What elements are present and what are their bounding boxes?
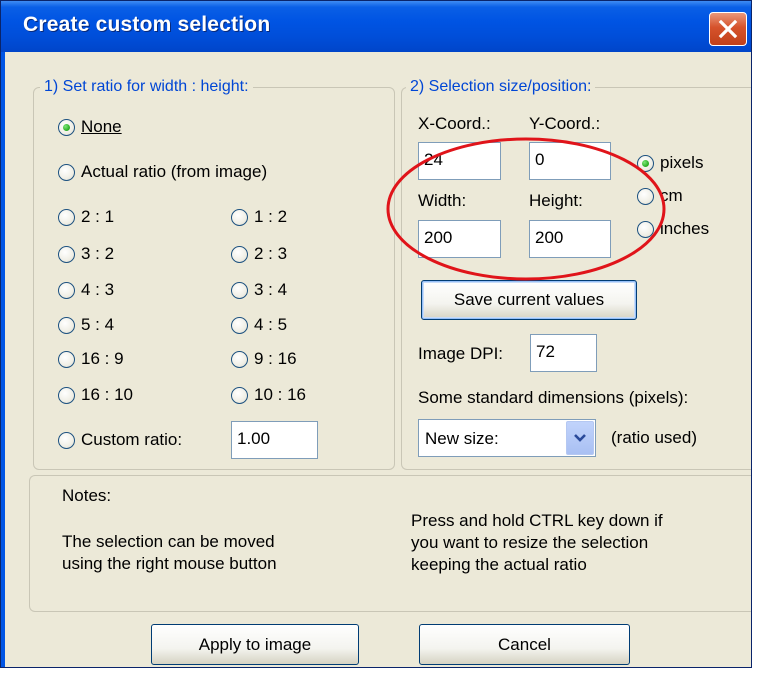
radio-icon [58,386,75,404]
radio-selected-icon [637,154,654,172]
radio-icon [637,187,654,205]
ratio-none-radio[interactable]: None [58,117,122,137]
radio-icon [58,163,75,181]
unit-cm-radio[interactable]: cm [637,186,683,206]
ratio-5-4-radio[interactable]: 5 : 4 [58,315,114,335]
radio-icon [58,350,75,368]
unit-label: pixels [660,153,704,172]
x-coord-input[interactable]: 24 [418,142,501,180]
unit-label: inches [660,219,710,238]
notes-title: Notes: [62,486,112,505]
unit-label: cm [660,186,683,205]
save-current-values-button[interactable]: Save current values [421,280,637,320]
radio-icon [58,281,75,299]
width-input[interactable]: 200 [418,220,501,258]
size-group-legend: 2) Selection size/position: [406,78,596,96]
radio-icon [231,208,248,226]
notes-right-line-1: Press and hold CTRL key down if [411,511,663,530]
radio-icon [231,316,248,334]
ratio-actual-label: Actual ratio (from image) [81,162,268,181]
ratio-16-10-radio[interactable]: 16 : 10 [58,385,133,405]
ratio-custom-label: Custom ratio: [81,430,183,449]
width-label: Width: [418,191,467,210]
ratio-label: 16 : 10 [81,385,133,404]
ratio-2-3-radio[interactable]: 2 : 3 [231,244,287,264]
height-label: Height: [529,191,583,210]
ratio-label: 4 : 5 [254,315,288,334]
x-coord-label: X-Coord.: [418,114,491,133]
standard-dimensions-value: New size: [425,429,499,448]
ratio-16-9-radio[interactable]: 16 : 9 [58,349,124,369]
notes-left-line-2: using the right mouse button [62,554,277,573]
window-title: Create custom selection [23,13,271,36]
ratio-used-label: (ratio used) [611,428,697,447]
standard-dimensions-label: Some standard dimensions (pixels): [418,388,689,407]
title-bar[interactable]: Create custom selection [1,1,751,52]
unit-pixels-radio[interactable]: pixels [637,153,703,173]
dropdown-button[interactable] [566,421,594,455]
ratio-group-legend: 1) Set ratio for width : height: [40,78,253,96]
dialog-window: Create custom selection 1) Set ratio for… [0,0,752,668]
image-dpi-input[interactable]: 72 [530,334,597,372]
ratio-3-4-radio[interactable]: 3 : 4 [231,280,287,300]
cancel-button-label: Cancel [498,634,551,654]
radio-icon [58,208,75,226]
ratio-actual-radio[interactable]: Actual ratio (from image) [58,162,267,182]
ratio-label: 9 : 16 [254,349,297,368]
standard-dimensions-select[interactable]: New size: [418,419,596,457]
save-button-label: Save current values [453,290,605,309]
ratio-label: 2 : 1 [81,207,115,226]
radio-icon [58,431,75,449]
unit-inches-radio[interactable]: inches [637,219,709,239]
ratio-label: 3 : 4 [254,280,288,299]
radio-icon [637,220,654,238]
ratio-custom-radio[interactable]: Custom ratio: [58,430,182,450]
ratio-group: 1) Set ratio for width : height: [33,78,395,470]
close-x-icon [718,19,738,39]
notes-right-line-3: keeping the actual ratio [411,555,587,574]
ratio-none-label: None [81,117,122,136]
custom-ratio-input[interactable]: 1.00 [231,421,318,459]
ratio-10-16-radio[interactable]: 10 : 16 [231,385,306,405]
ratio-label: 5 : 4 [81,315,115,334]
apply-button-label: Apply to image [198,634,312,654]
radio-icon [231,245,248,263]
ratio-label: 3 : 2 [81,244,115,263]
ratio-4-3-radio[interactable]: 4 : 3 [58,280,114,300]
ratio-label: 1 : 2 [254,207,288,226]
apply-to-image-button[interactable]: Apply to image [151,624,359,665]
ratio-2-1-radio[interactable]: 2 : 1 [58,207,114,227]
ratio-label: 2 : 3 [254,244,288,263]
chevron-down-icon [574,434,586,442]
window-frame-left [1,52,5,667]
close-button[interactable] [709,12,747,46]
radio-icon [58,245,75,263]
ratio-label: 10 : 16 [254,385,306,404]
radio-icon [231,386,248,404]
y-coord-input[interactable]: 0 [529,142,611,180]
notes-left-line-1: The selection can be moved [62,532,275,551]
ratio-1-2-radio[interactable]: 1 : 2 [231,207,287,227]
radio-icon [231,281,248,299]
y-coord-label: Y-Coord.: [529,114,601,133]
ratio-label: 4 : 3 [81,280,115,299]
notes-right-line-2: you want to resize the selection [411,533,649,552]
ratio-3-2-radio[interactable]: 3 : 2 [58,244,114,264]
cancel-button[interactable]: Cancel [419,624,630,665]
height-input[interactable]: 200 [529,220,611,258]
radio-icon [58,316,75,334]
radio-icon [231,350,248,368]
radio-selected-icon [58,118,75,136]
image-dpi-label: Image DPI: [418,344,504,363]
ratio-9-16-radio[interactable]: 9 : 16 [231,349,297,369]
ratio-label: 16 : 9 [81,349,124,368]
ratio-4-5-radio[interactable]: 4 : 5 [231,315,287,335]
